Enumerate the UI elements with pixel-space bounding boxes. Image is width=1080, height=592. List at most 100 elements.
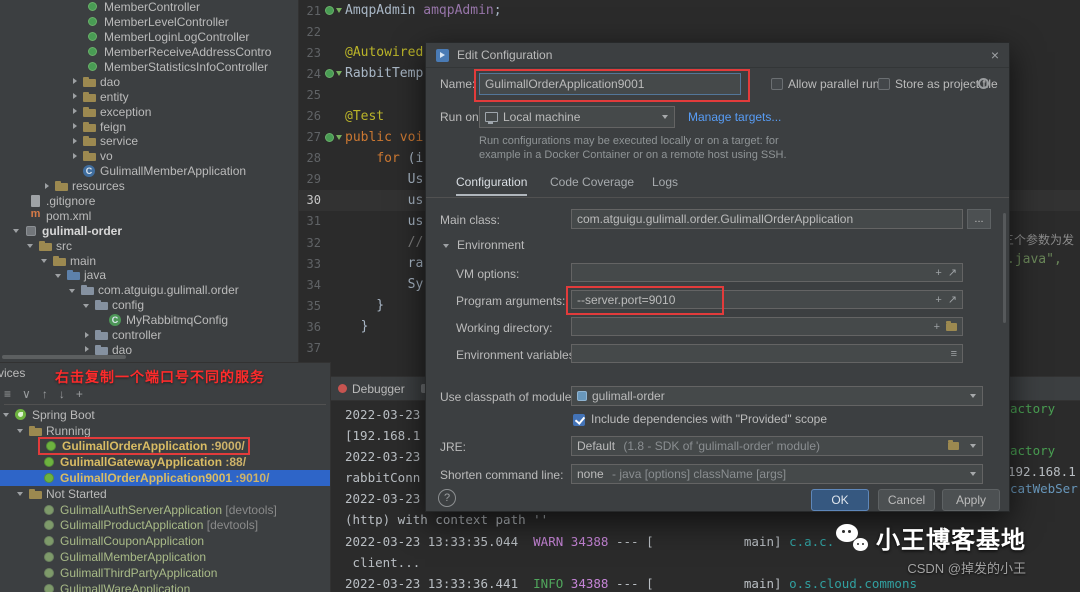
plus-icon[interactable]: +	[935, 294, 941, 306]
expand-icon[interactable]: ↗	[948, 266, 957, 279]
chevron-icon[interactable]	[82, 344, 93, 355]
service-item[interactable]: GulimallOrderApplication :9000/	[0, 437, 330, 456]
gutter-bean-icon[interactable]	[321, 232, 345, 253]
tree-item[interactable]: MemberController	[0, 0, 298, 15]
tree-item[interactable]: MemberLevelController	[0, 15, 298, 30]
chevron-icon[interactable]	[30, 473, 41, 484]
chevron-icon[interactable]	[30, 504, 41, 515]
environment-section-header[interactable]: Environment	[442, 238, 524, 252]
chevron-icon[interactable]	[74, 17, 85, 28]
gutter-bean-icon[interactable]	[321, 0, 345, 21]
services-toolbar-icon[interactable]: ∨	[22, 387, 31, 401]
plus-icon[interactable]: +	[934, 321, 940, 333]
gutter-bean-icon[interactable]	[321, 316, 345, 337]
chevron-icon[interactable]	[70, 76, 81, 87]
close-icon[interactable]: ×	[991, 47, 999, 63]
service-item[interactable]: GulimallMemberApplication	[0, 549, 330, 565]
tree-item[interactable]: MemberStatisticsInfoController	[0, 60, 298, 75]
tab-configuration[interactable]: Configuration	[456, 175, 528, 196]
chevron-icon[interactable]	[70, 106, 81, 117]
manage-targets-link[interactable]: Manage targets...	[688, 110, 781, 124]
tab-debugger[interactable]: Debugger	[338, 382, 405, 396]
tree-item[interactable]: gulimall-order	[0, 223, 298, 238]
tree-item[interactable]: GulimallMemberApplication	[0, 164, 298, 179]
browse-main-class-button[interactable]: ...	[967, 209, 991, 229]
tree-item[interactable]: MemberLoginLogController	[0, 30, 298, 45]
tree-item[interactable]: src	[0, 238, 298, 253]
tree-item[interactable]: exception	[0, 104, 298, 119]
service-item[interactable]: GulimallGatewayApplication :88/	[0, 454, 330, 470]
chevron-icon[interactable]	[40, 255, 51, 266]
chevron-icon[interactable]	[70, 91, 81, 102]
services-toolbar-icon[interactable]: ↑	[42, 387, 48, 401]
chevron-icon[interactable]	[12, 225, 23, 236]
horizontal-scrollbar[interactable]	[2, 355, 126, 359]
tree-item[interactable]: MyRabbitmqConfig	[0, 313, 298, 328]
apply-button[interactable]: Apply	[942, 489, 1000, 511]
service-item[interactable]: GulimallProductApplication [devtools]	[0, 518, 330, 534]
chevron-icon[interactable]	[70, 136, 81, 147]
chevron-icon[interactable]	[16, 210, 27, 221]
gutter-bean-icon[interactable]	[321, 338, 345, 359]
gutter-bean-icon[interactable]	[321, 105, 345, 126]
tree-item[interactable]: pom.xml	[0, 208, 298, 223]
help-button[interactable]: ?	[438, 489, 456, 507]
gutter-bean-icon[interactable]	[321, 21, 345, 42]
working-directory-input[interactable]: +	[571, 317, 963, 336]
chevron-icon[interactable]	[74, 62, 85, 73]
vm-options-input[interactable]: + ↗	[571, 263, 963, 282]
chevron-icon[interactable]	[30, 457, 41, 468]
jre-select[interactable]: Default (1.8 - SDK of 'gulimall-order' m…	[571, 436, 983, 456]
folder-icon[interactable]	[948, 440, 959, 450]
tree-item[interactable]: feign	[0, 119, 298, 134]
tab-logs[interactable]: Logs	[652, 175, 678, 194]
chevron-icon[interactable]	[68, 285, 79, 296]
service-item[interactable]: Not Started	[0, 486, 330, 502]
chevron-icon[interactable]	[30, 441, 41, 452]
chevron-icon[interactable]	[74, 2, 85, 13]
chevron-icon[interactable]	[70, 151, 81, 162]
chevron-icon[interactable]	[96, 315, 107, 326]
gutter-bean-icon[interactable]	[321, 253, 345, 274]
include-provided-checkbox[interactable]	[573, 414, 585, 426]
chevron-icon[interactable]	[2, 409, 13, 420]
expand-icon[interactable]: ↗	[948, 293, 957, 306]
chevron-icon[interactable]	[30, 552, 41, 563]
chevron-icon[interactable]	[70, 121, 81, 132]
tree-item[interactable]: dao	[0, 74, 298, 89]
tree-item[interactable]: vo	[0, 149, 298, 164]
tree-item[interactable]: resources	[0, 179, 298, 194]
plus-icon[interactable]: +	[935, 267, 941, 279]
service-item[interactable]: Running	[0, 423, 330, 439]
tab-code-coverage[interactable]: Code Coverage	[550, 175, 634, 194]
gutter-bean-icon[interactable]	[321, 211, 345, 232]
chevron-icon[interactable]	[74, 32, 85, 43]
chevron-icon[interactable]	[26, 240, 37, 251]
chevron-icon[interactable]	[16, 196, 27, 207]
tree-item[interactable]: service	[0, 134, 298, 149]
chevron-icon[interactable]	[30, 536, 41, 547]
service-item[interactable]: Spring Boot	[0, 407, 330, 423]
tree-item[interactable]: config	[0, 298, 298, 313]
cancel-button[interactable]: Cancel	[878, 489, 935, 511]
chevron-icon[interactable]	[70, 166, 81, 177]
dialog-title-bar[interactable]: Edit Configuration ×	[426, 43, 1009, 68]
service-item[interactable]: GulimallThirdPartyApplication	[0, 565, 330, 581]
tree-item[interactable]: MemberReceiveAddressContro	[0, 45, 298, 60]
gutter-bean-icon[interactable]	[321, 274, 345, 295]
tree-item[interactable]: main	[0, 253, 298, 268]
gutter-bean-icon[interactable]	[321, 295, 345, 316]
services-toolbar-icon[interactable]: +	[76, 387, 83, 401]
allow-parallel-run-checkbox[interactable]	[771, 78, 783, 90]
gutter-bean-icon[interactable]	[321, 148, 345, 169]
tree-item[interactable]: .gitignore	[0, 194, 298, 209]
chevron-icon[interactable]	[30, 520, 41, 531]
gutter-bean-icon[interactable]	[321, 63, 345, 84]
tree-item[interactable]: controller	[0, 328, 298, 343]
tree-item[interactable]: entity	[0, 89, 298, 104]
environment-variables-input[interactable]: ≡	[571, 344, 963, 363]
chevron-icon[interactable]	[16, 488, 27, 499]
chevron-icon[interactable]	[54, 270, 65, 281]
chevron-icon[interactable]	[82, 330, 93, 341]
service-item[interactable]: GulimallAuthServerApplication [devtools]	[0, 502, 330, 518]
